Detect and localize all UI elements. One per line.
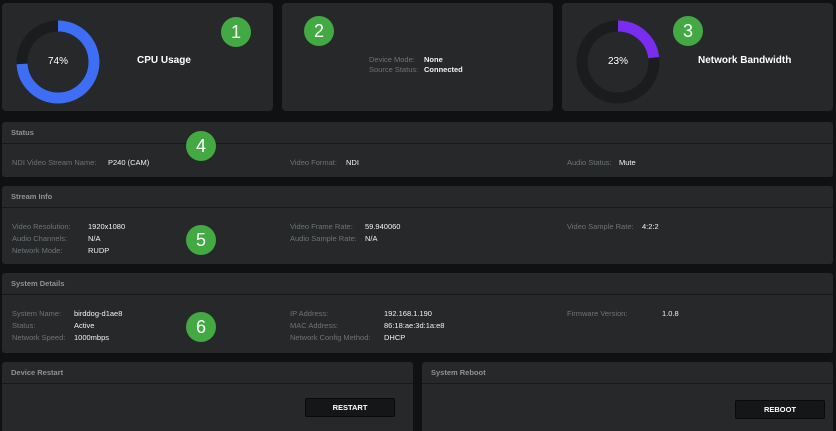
video-resolution-label: Video Resolution: bbox=[12, 222, 71, 231]
callout-badge-6: 6 bbox=[186, 312, 216, 342]
video-frame-rate-label: Video Frame Rate: bbox=[290, 222, 353, 231]
stream-info-section: Stream Info Video Resolution: 1920x1080 … bbox=[2, 186, 833, 264]
video-sample-rate-value: 4:2:2 bbox=[642, 222, 659, 231]
cpu-card: 74% CPU Usage 1 bbox=[2, 3, 273, 111]
callout-badge-4: 4 bbox=[186, 131, 216, 161]
audio-status-label: Audio Status: bbox=[567, 158, 612, 167]
network-percent: 23% bbox=[607, 56, 628, 67]
cpu-title: CPU Usage bbox=[137, 55, 191, 66]
video-sample-rate-label: Video Sample Rate: bbox=[567, 222, 634, 231]
network-mode-value: RUDP bbox=[88, 246, 110, 255]
restart-button[interactable]: RESTART bbox=[305, 398, 395, 417]
video-frame-rate-value: 59.940060 bbox=[365, 222, 401, 231]
network-title: Network Bandwidth bbox=[698, 55, 792, 66]
firmware-version-value: 1.0.8 bbox=[662, 309, 679, 318]
mac-address-label: MAC Address: bbox=[290, 321, 338, 330]
system-details-title: System Details bbox=[2, 273, 833, 295]
cpu-percent: 74% bbox=[47, 56, 68, 67]
device-status-card: Device Mode: None Source Status: Connect… bbox=[282, 3, 553, 111]
ndi-stream-name-value: P240 (CAM) bbox=[108, 158, 150, 167]
network-config-value: DHCP bbox=[384, 333, 406, 342]
system-details-section: System Details System Name: birddog-d1ae… bbox=[2, 273, 833, 353]
system-reboot-panel: System Reboot REBOOT bbox=[422, 362, 833, 431]
system-name-label: System Name: bbox=[12, 309, 62, 318]
video-format-label: Video Format: bbox=[290, 158, 337, 167]
network-speed-value: 1000mbps bbox=[74, 333, 110, 342]
status-section: Status NDI Video Stream Name: P240 (CAM)… bbox=[2, 122, 833, 177]
callout-badge-5: 5 bbox=[186, 225, 216, 255]
video-format-value: NDI bbox=[346, 158, 359, 167]
device-restart-panel: Device Restart RESTART bbox=[2, 362, 413, 431]
network-speed-label: Network Speed: bbox=[12, 333, 66, 342]
source-status-label: Source Status: bbox=[369, 65, 419, 74]
system-name-value: birddog-d1ae8 bbox=[74, 309, 123, 318]
stream-info-title: Stream Info bbox=[2, 186, 833, 208]
network-mode-label: Network Mode: bbox=[12, 246, 63, 255]
source-status-value: Connected bbox=[424, 65, 463, 74]
callout-badge-1: 1 bbox=[221, 17, 251, 47]
reboot-button[interactable]: REBOOT bbox=[735, 400, 825, 419]
callout-badge-3: 3 bbox=[673, 16, 703, 46]
audio-channels-value: N/A bbox=[88, 234, 101, 243]
audio-channels-label: Audio Channels: bbox=[12, 234, 68, 243]
ip-address-value: 192.168.1.190 bbox=[384, 309, 432, 318]
network-config-label: Network Config Method: bbox=[290, 333, 371, 342]
callout-badge-2: 2 bbox=[304, 16, 334, 46]
system-status-value: Active bbox=[74, 321, 95, 330]
ndi-stream-name-label: NDI Video Stream Name: bbox=[12, 158, 97, 167]
device-mode-label: Device Mode: bbox=[369, 55, 415, 64]
system-status-label: Status: bbox=[12, 321, 36, 330]
network-card: 23% Network Bandwidth 3 bbox=[562, 3, 833, 111]
system-reboot-title: System Reboot bbox=[422, 362, 833, 384]
ip-address-label: IP Address: bbox=[290, 309, 329, 318]
device-mode-value: None bbox=[424, 55, 443, 64]
mac-address-value: 86:18:ae:3d:1a:e8 bbox=[384, 321, 445, 330]
audio-status-value: Mute bbox=[619, 158, 636, 167]
audio-sample-rate-value: N/A bbox=[365, 234, 378, 243]
device-restart-title: Device Restart bbox=[2, 362, 413, 384]
firmware-version-label: Firmware Version: bbox=[567, 309, 628, 318]
status-title: Status bbox=[2, 122, 833, 144]
video-resolution-value: 1920x1080 bbox=[88, 222, 126, 231]
audio-sample-rate-label: Audio Sample Rate: bbox=[290, 234, 357, 243]
